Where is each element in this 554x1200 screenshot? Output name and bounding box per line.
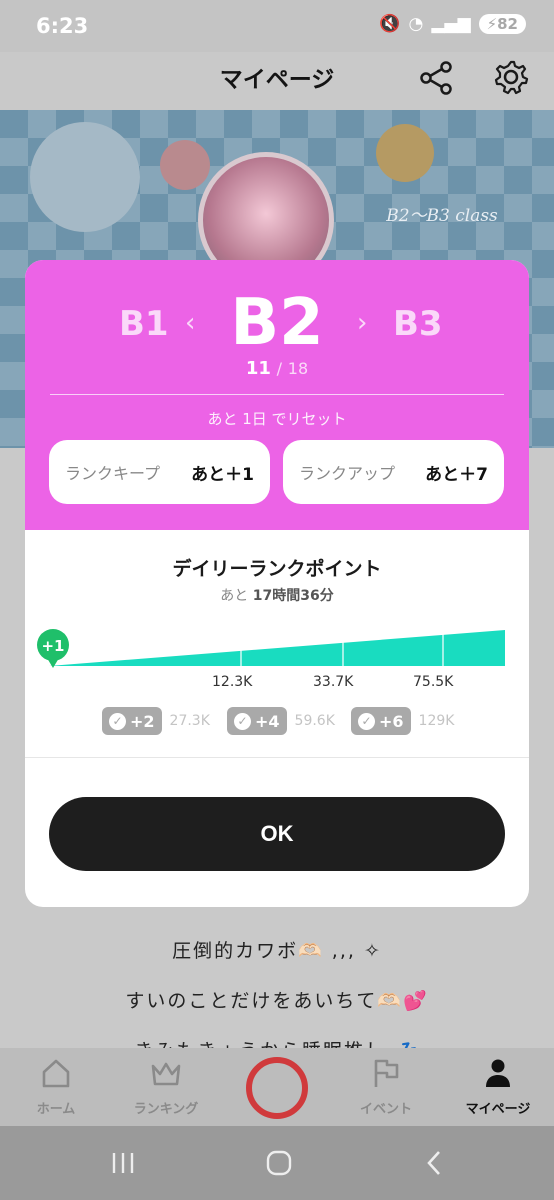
bonus-points: 129K <box>418 713 455 729</box>
status-icons: 🔇 ◔ ▂▄▆ ⚡82 <box>379 14 526 34</box>
banner-star-text: B2～B3 class <box>386 206 498 226</box>
divider <box>50 394 504 395</box>
current-points-badge: +1 <box>41 637 64 655</box>
rank-keep-card: ランクキープ あと＋1 <box>49 440 270 504</box>
daily-rank-points-title: デイリーランクポイント <box>172 558 382 580</box>
share-icon[interactable] <box>418 60 454 96</box>
rank-up-value: あと＋7 <box>425 464 488 485</box>
rank-up-card: ランクアップ あと＋7 <box>283 440 504 504</box>
crown-icon <box>151 1062 181 1086</box>
bottom-nav: ホーム ランキング イベント マイページ <box>0 1048 554 1126</box>
daily-remaining-prefix: あと <box>220 588 249 604</box>
divider <box>25 757 529 758</box>
rank-keep-value: あと＋1 <box>191 464 254 485</box>
rank-keep-label: ランクキープ <box>65 464 161 483</box>
nav-label: ランキング <box>133 1102 199 1117</box>
bonus-chip: ✓ +6 <box>351 707 411 735</box>
status-time: 6:23 <box>36 14 89 38</box>
recent-apps-icon[interactable] <box>108 1150 138 1176</box>
gear-icon[interactable] <box>492 58 530 96</box>
bonus-points: 59.6K <box>294 713 335 729</box>
back-icon[interactable] <box>420 1148 450 1178</box>
check-icon: ✓ <box>234 712 251 730</box>
rank-progress: 11 / 18 <box>25 358 529 379</box>
check-icon: ✓ <box>109 712 126 730</box>
page-title: マイページ <box>219 67 335 93</box>
flag-icon <box>374 1059 399 1087</box>
banner-cookie-decoration <box>376 124 434 182</box>
daily-remaining-value: 17時間36分 <box>252 588 334 604</box>
home-icon <box>42 1059 70 1088</box>
rank-header-panel: B1 ‹ B2 › B3 11 / 18 あと 1日 でリセット ランクキープ … <box>25 260 529 530</box>
rank-progress-current: 11 <box>245 358 271 379</box>
nav-item-ranking[interactable]: ランキング <box>116 1056 216 1117</box>
current-points-marker-pointer <box>47 658 59 668</box>
ok-button[interactable]: OK <box>49 797 505 871</box>
current-rank: B2 <box>230 286 324 360</box>
system-nav-bar <box>0 1126 554 1200</box>
nav-label: イベント <box>359 1102 412 1117</box>
chevron-right-icon[interactable]: › <box>357 308 367 338</box>
app-header: マイページ <box>0 52 554 110</box>
home-button-icon[interactable] <box>264 1148 294 1178</box>
rank-modal: B1 ‹ B2 › B3 11 / 18 あと 1日 でリセット ランクキープ … <box>25 260 529 907</box>
bonus-milestone: ✓ +4 59.6K <box>227 707 335 735</box>
banner-mascot-image <box>30 122 140 232</box>
bonus-milestone: ✓ +6 129K <box>351 707 454 735</box>
rank-progress-separator: / <box>276 359 283 378</box>
signal-icon: ▂▄▆ <box>431 14 471 34</box>
tick-label: 75.5K <box>413 674 454 690</box>
nav-label: ホーム <box>36 1102 76 1117</box>
rank-progress-total: 18 <box>287 359 309 378</box>
progress-bar-fill <box>49 630 505 666</box>
bonus-points: 27.3K <box>169 713 210 729</box>
wifi-icon: ◔ <box>408 14 424 34</box>
battery-indicator: ⚡82 <box>478 14 526 34</box>
live-circle-button[interactable] <box>246 1057 308 1119</box>
next-rank[interactable]: B3 <box>393 304 443 344</box>
profile-text-line: 圧倒的カワボ🫶🏻 ,,, ✧ <box>172 940 382 962</box>
daily-remaining-time: あと 17時間36分 <box>25 585 529 605</box>
rank-up-label: ランクアップ <box>299 464 396 483</box>
daily-points-progress-bar: +1 <box>37 629 505 668</box>
banner-cookie-decoration <box>160 140 210 190</box>
bonus-label: +2 <box>130 711 155 731</box>
bonus-chip: ✓ +4 <box>227 707 287 735</box>
profile-text-line: すいのことだけをあいちて🫶🏻💕 <box>125 990 429 1012</box>
bonus-milestone: ✓ +2 27.3K <box>102 707 210 735</box>
bonus-label: +4 <box>255 711 280 731</box>
tick-label: 33.7K <box>313 674 354 690</box>
nav-item-event[interactable]: イベント <box>336 1056 436 1117</box>
mute-icon: 🔇 <box>379 14 401 34</box>
bonus-chip: ✓ +2 <box>102 707 162 735</box>
nav-item-home[interactable]: ホーム <box>6 1056 106 1117</box>
reset-countdown: あと 1日 でリセット <box>207 410 347 428</box>
nav-item-mypage[interactable]: マイページ <box>448 1056 548 1117</box>
battery-level: 82 <box>497 15 518 33</box>
nav-label: マイページ <box>465 1102 531 1117</box>
tick-label: 12.3K <box>212 674 253 690</box>
check-icon: ✓ <box>358 712 375 730</box>
person-icon <box>486 1059 510 1087</box>
bonus-label: +6 <box>379 711 404 731</box>
status-bar: 6:23 🔇 ◔ ▂▄▆ ⚡82 <box>0 0 554 52</box>
